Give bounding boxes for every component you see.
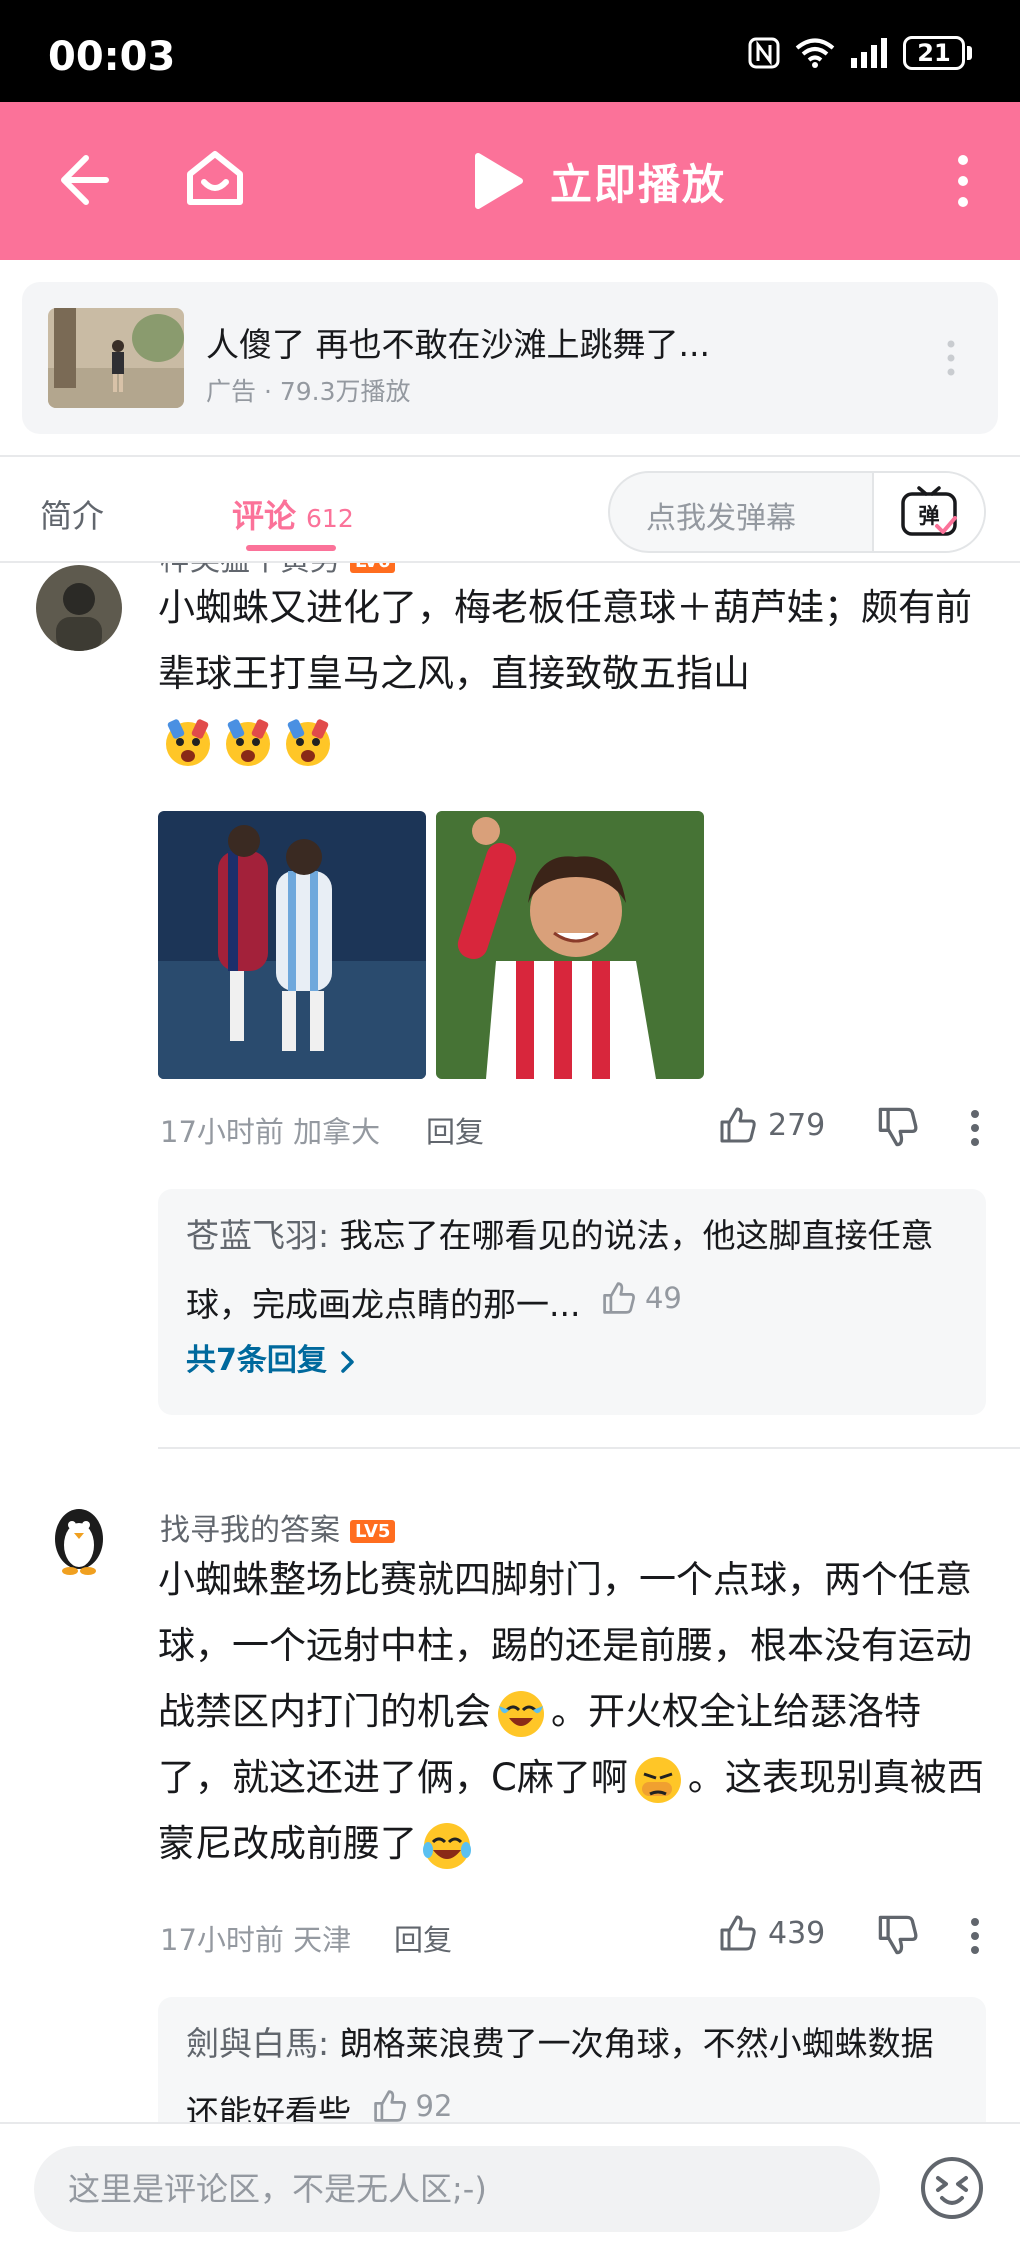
like-count: 279 bbox=[768, 1107, 826, 1143]
nfc-icon bbox=[748, 37, 780, 69]
tab-comments-count: 612 bbox=[306, 504, 354, 533]
level-badge: LV5 bbox=[350, 1520, 396, 1543]
comment-more-icon[interactable] bbox=[970, 1917, 980, 1955]
thumbs-up-icon bbox=[720, 1915, 756, 1951]
thumbs-up-icon bbox=[720, 1107, 756, 1143]
danmaku-tv-graphic: 弹 bbox=[901, 486, 957, 536]
like-button[interactable]: 439 bbox=[718, 1913, 825, 1953]
ad-thumbnail bbox=[48, 308, 184, 408]
comment-body: 小蜘蛛整场比赛就四脚射门，一个点球，两个任意球，一个远射中柱，踢的还是前腰，根本… bbox=[158, 1547, 988, 1877]
like-button[interactable]: 279 bbox=[718, 1105, 825, 1145]
reply-like-count: 92 bbox=[415, 2089, 453, 2123]
comment-text: 小蜘蛛又进化了，梅老板任意球＋葫芦娃；颇有前辈球王打皇马之风，直接致敬五指山 bbox=[158, 586, 972, 695]
ad-title: 人傻了 再也不敢在沙滩上跳舞了... bbox=[206, 325, 710, 364]
comment-time-location: 17小时前 天津 bbox=[160, 1923, 352, 1957]
tab-comments[interactable]: 评论 612 bbox=[232, 491, 354, 537]
reply-like-count: 49 bbox=[644, 1281, 682, 1315]
shocked-emoji-icon bbox=[286, 718, 330, 766]
reply-like-button[interactable]: 49 bbox=[601, 1267, 682, 1329]
ad-more-icon[interactable] bbox=[946, 340, 956, 376]
facepalm-emoji-icon bbox=[634, 1756, 681, 1803]
reply-preview[interactable]: 苍蓝飞羽: 我忘了在哪看见的说法，他这脚直接任意球，完成画龙点睛的那一... 4… bbox=[158, 1189, 986, 1415]
view-all-replies-link[interactable]: 共7条回复 bbox=[158, 1336, 986, 1386]
comment-image[interactable] bbox=[158, 811, 426, 1079]
avatar[interactable] bbox=[36, 1491, 122, 1577]
play-icon bbox=[475, 153, 523, 209]
reply-item: 苍蓝飞羽: 我忘了在哪看见的说法，他这脚直接任意球，完成画龙点睛的那一... 4… bbox=[158, 1205, 986, 1336]
comment-input-bar bbox=[0, 2122, 1020, 2250]
more-options-icon[interactable] bbox=[950, 154, 976, 208]
battery-tip bbox=[967, 46, 972, 60]
wifi-icon bbox=[795, 38, 835, 68]
thumbs-up-icon bbox=[373, 2090, 406, 2122]
home-icon[interactable] bbox=[182, 146, 248, 212]
back-arrow-icon[interactable] bbox=[52, 150, 112, 210]
comments-list[interactable]: 梓英猛牛黄男LV6 小蜘蛛又进化了，梅老板任意球＋葫芦娃；颇有前辈球王打皇马之风… bbox=[0, 563, 1020, 2123]
play-now-button[interactable]: 立即播放 bbox=[472, 146, 726, 216]
battery-indicator: 21 bbox=[903, 36, 972, 70]
reply-item: 劍與白馬: 朗格莱浪费了一次角球，不然小蜘蛛数据还能好看些 92 bbox=[158, 2013, 986, 2123]
tears-of-joy-emoji-icon bbox=[423, 1822, 471, 1869]
comment-meta: 17小时前 天津 回复 439 bbox=[160, 1909, 1000, 1959]
tabs-bar: 简介 评论 612 点我发弹幕 弹 bbox=[0, 455, 1020, 563]
tab-intro[interactable]: 简介 bbox=[40, 491, 104, 537]
thumbs-down-icon[interactable] bbox=[876, 1105, 920, 1149]
comment-divider bbox=[158, 1447, 1020, 1449]
comment-time-location: 17小时前 加拿大 bbox=[160, 1115, 381, 1149]
reply-author[interactable]: 苍蓝飞羽: bbox=[186, 1216, 329, 1255]
send-danmaku-button[interactable]: 点我发弹幕 弹 bbox=[608, 471, 986, 553]
comment-image[interactable] bbox=[436, 811, 704, 1079]
thumbs-down-icon[interactable] bbox=[876, 1913, 920, 1957]
shocked-emoji-icon bbox=[166, 718, 210, 766]
comment-input[interactable] bbox=[34, 2146, 880, 2232]
comment-images bbox=[158, 811, 758, 1079]
play-now-label: 立即播放 bbox=[550, 159, 727, 209]
level-badge: LV6 bbox=[350, 563, 396, 573]
status-icons: 21 bbox=[747, 36, 972, 70]
avatar[interactable] bbox=[36, 565, 122, 651]
comment-username-text: 找寻我的答案 bbox=[160, 1513, 340, 1548]
reply-preview[interactable]: 劍與白馬: 朗格莱浪费了一次角球，不然小蜘蛛数据还能好看些 92 bbox=[158, 1997, 986, 2123]
reply-total-label: 共7条回复 bbox=[186, 1343, 327, 1378]
emoji-picker-icon[interactable] bbox=[918, 2154, 986, 2222]
video-top-bar: 立即播放 bbox=[0, 102, 1020, 260]
status-bar: 00:03 21 bbox=[0, 0, 1020, 102]
danmaku-prompt: 点我发弹幕 bbox=[646, 501, 796, 536]
thumbs-up-icon bbox=[603, 1282, 635, 1314]
reply-like-button[interactable]: 92 bbox=[372, 2075, 453, 2123]
ad-meta: 广告 · 79.3万播放 bbox=[206, 377, 411, 406]
crying-laugh-emoji-icon bbox=[498, 1690, 544, 1737]
chevron-right-icon bbox=[341, 1350, 355, 1373]
status-time: 00:03 bbox=[48, 34, 176, 80]
reply-button[interactable]: 回复 bbox=[426, 1109, 484, 1151]
comment-username[interactable]: 找寻我的答案 LV5 bbox=[160, 1505, 396, 1549]
comment-more-icon[interactable] bbox=[970, 1109, 980, 1147]
tab-comments-label: 评论 bbox=[232, 497, 297, 535]
shocked-emoji-icon bbox=[226, 718, 270, 766]
comment-meta: 17小时前 加拿大 回复 279 bbox=[160, 1101, 1000, 1151]
comment-body: 小蜘蛛又进化了，梅老板任意球＋葫芦娃；颇有前辈球王打皇马之风，直接致敬五指山 bbox=[158, 575, 988, 773]
reply-author[interactable]: 劍與白馬: bbox=[186, 2024, 329, 2063]
battery-level: 21 bbox=[903, 36, 965, 70]
active-tab-indicator bbox=[246, 545, 336, 551]
signal-icon bbox=[851, 38, 887, 68]
like-count: 439 bbox=[768, 1915, 826, 1951]
danmaku-tv-icon[interactable]: 弹 bbox=[872, 473, 984, 551]
reply-button[interactable]: 回复 bbox=[394, 1917, 452, 1959]
ad-card[interactable]: 人傻了 再也不敢在沙滩上跳舞了... 广告 · 79.3万播放 bbox=[22, 282, 998, 434]
